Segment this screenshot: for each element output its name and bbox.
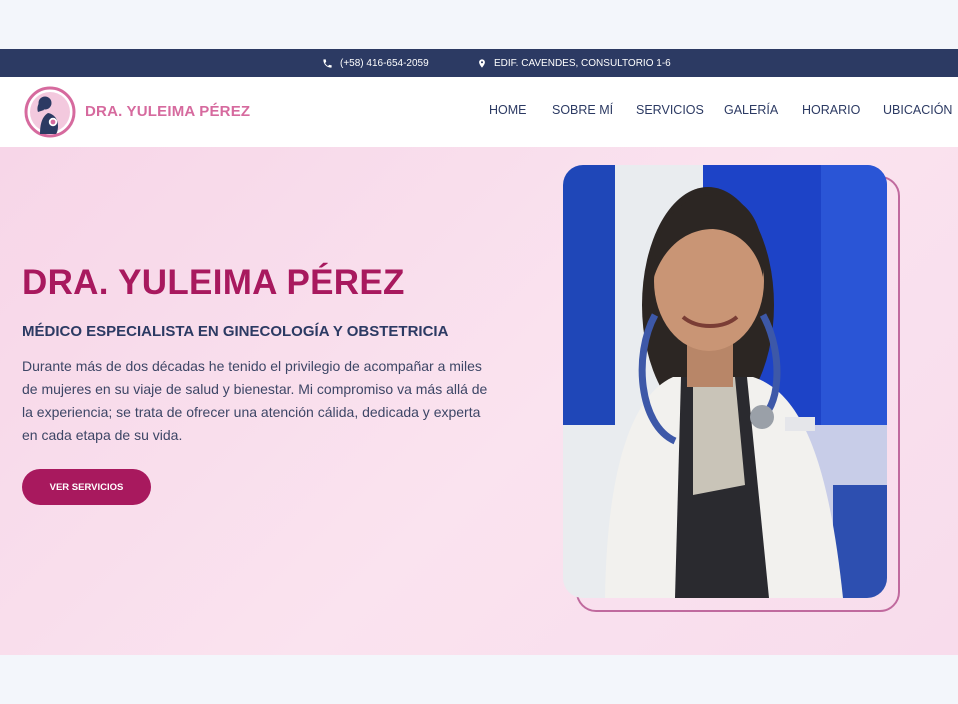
phone-contact[interactable]: (+58) 416-654-2059 xyxy=(322,49,429,77)
phone-icon xyxy=(322,58,333,69)
nav-home[interactable]: HOME xyxy=(489,103,527,117)
hero-title: DRA. YULEIMA PÉREZ xyxy=(22,263,405,302)
address-contact[interactable]: EDIF. CAVENDES, CONSULTORIO 1-6 xyxy=(477,49,671,77)
brand-name[interactable]: DRA. YULEIMA PÉREZ xyxy=(85,103,250,120)
hero-section: DRA. YULEIMA PÉREZ MÉDICO ESPECIALISTA E… xyxy=(0,147,958,655)
nav-sobre-mi[interactable]: SOBRE MÍ xyxy=(552,103,613,117)
contact-bar: (+58) 416-654-2059 EDIF. CAVENDES, CONSU… xyxy=(0,49,958,77)
nav-servicios[interactable]: SERVICIOS xyxy=(636,103,704,117)
phone-number: (+58) 416-654-2059 xyxy=(340,57,429,69)
hero-subtitle: MÉDICO ESPECIALISTA EN GINECOLOGÍA Y OBS… xyxy=(22,323,449,340)
nav-horario[interactable]: HORARIO xyxy=(802,103,860,117)
ver-servicios-button[interactable]: VER SERVICIOS xyxy=(22,469,151,505)
site-header: DRA. YULEIMA PÉREZ HOME SOBRE MÍ SERVICI… xyxy=(0,77,958,147)
hero-description: Durante más de dos décadas he tenido el … xyxy=(22,358,488,443)
doctor-photo xyxy=(563,165,887,598)
map-pin-icon xyxy=(477,58,487,69)
page-bottom-margin xyxy=(0,655,958,704)
page-top-margin xyxy=(0,0,958,49)
doctor-logo-icon[interactable] xyxy=(24,86,76,138)
nav-galeria[interactable]: GALERÍA xyxy=(724,103,778,117)
address-text: EDIF. CAVENDES, CONSULTORIO 1-6 xyxy=(494,57,671,69)
nav-ubicacion[interactable]: UBICACIÓN xyxy=(883,103,952,117)
